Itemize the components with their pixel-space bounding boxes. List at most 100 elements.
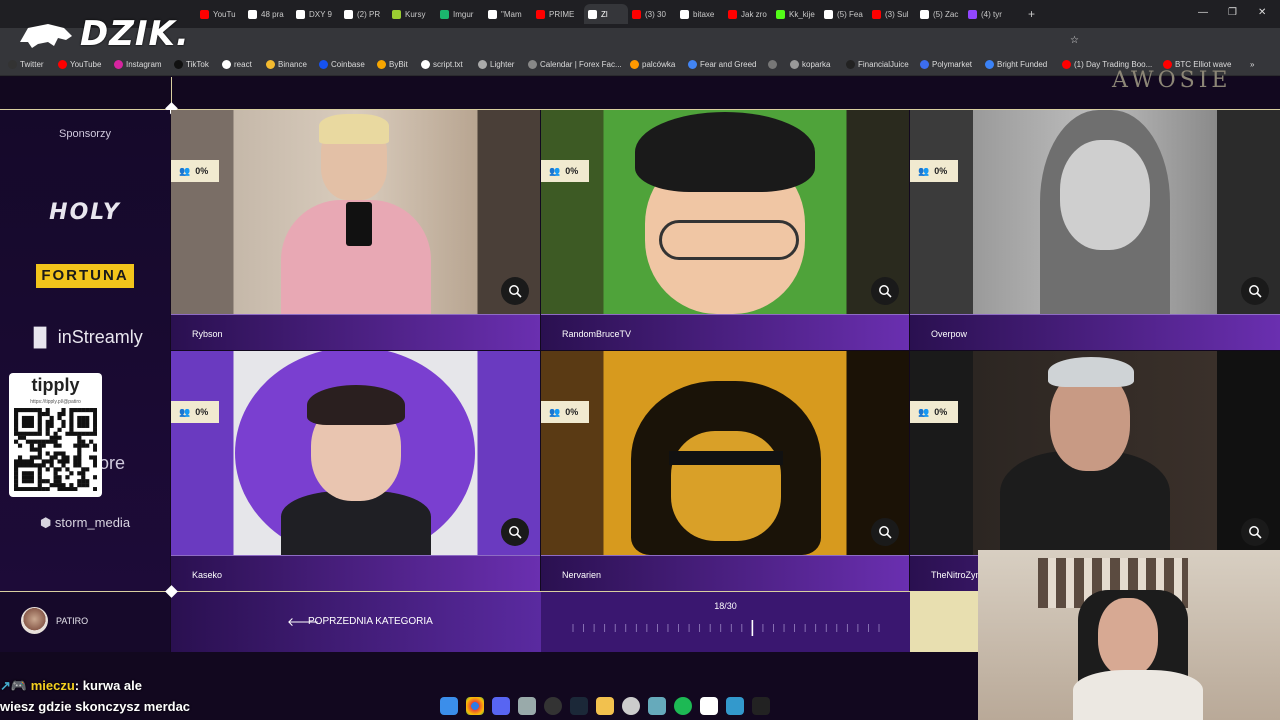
- bookmark[interactable]: YouTube: [58, 60, 101, 69]
- bookmark[interactable]: TikTok: [174, 60, 209, 69]
- qr-module: [77, 455, 82, 460]
- browser-tab[interactable]: (3) Sul: [872, 4, 916, 24]
- nominee-card[interactable]: 👥 0% Rybson: [171, 110, 540, 350]
- minimize-icon[interactable]: —: [1198, 7, 1208, 18]
- browser-tab[interactable]: Kk_kije: [776, 4, 820, 24]
- zoom-icon[interactable]: [1241, 518, 1269, 546]
- sponsor-fortuna-logo[interactable]: FORTUNA: [36, 264, 134, 288]
- app-icon[interactable]: [518, 697, 536, 715]
- browser-tab[interactable]: Kursy: [392, 4, 436, 24]
- nominee-card[interactable]: 👥 0% Nervarien: [541, 351, 909, 591]
- next-category-button[interactable]: [910, 591, 978, 652]
- qr-module: [21, 423, 27, 428]
- address-bar[interactable]: [0, 28, 1280, 56]
- browser-tab[interactable]: DXY 9: [296, 4, 340, 24]
- browser-tab[interactable]: (5) Fea: [824, 4, 868, 24]
- bookmarks-overflow-button[interactable]: »: [1250, 60, 1254, 69]
- spotify-icon[interactable]: [674, 697, 692, 715]
- maximize-icon[interactable]: ❐: [1228, 7, 1237, 18]
- browser-tab[interactable]: YouTu: [200, 4, 244, 24]
- tab-title: YouTu: [213, 9, 236, 19]
- qr-module: [61, 463, 66, 468]
- bookmark-label: Calendar | Forex Fac...: [540, 60, 622, 69]
- zoom-icon[interactable]: [501, 277, 529, 305]
- zoom-icon[interactable]: [1241, 277, 1269, 305]
- instreamly-icon: ▐▌: [27, 327, 58, 347]
- tab-title: bitaxe: [693, 9, 715, 19]
- qr-module: [77, 479, 82, 484]
- browser-tab[interactable]: Zl: [584, 4, 628, 24]
- browser-tab[interactable]: bitaxe: [680, 4, 724, 24]
- chrome-icon[interactable]: [466, 697, 484, 715]
- bookmark[interactable]: koparka: [790, 60, 830, 69]
- bookmark[interactable]: Fear and Greed: [688, 60, 756, 69]
- bookmark[interactable]: ByBit: [377, 60, 408, 69]
- close-window-icon[interactable]: ✕: [1258, 7, 1266, 18]
- bookmark[interactable]: Twitter: [8, 60, 44, 69]
- folder-icon[interactable]: [596, 697, 614, 715]
- qr-module: [69, 411, 74, 417]
- browser-tab[interactable]: Imgur: [440, 4, 484, 24]
- browser-tab[interactable]: (2) PR: [344, 4, 388, 24]
- webcam-head: [1098, 598, 1158, 676]
- discord-icon[interactable]: [492, 697, 510, 715]
- bookmark[interactable]: Binance: [266, 60, 307, 69]
- bookmark-star-icon[interactable]: ☆: [1070, 35, 1079, 46]
- tab-favicon-icon: [344, 9, 353, 19]
- bookmark[interactable]: Coinbase: [319, 60, 365, 69]
- qr-module: [85, 483, 90, 488]
- bookmark[interactable]: Instagram: [114, 60, 162, 69]
- windows-start-icon[interactable]: [440, 697, 458, 715]
- sponsor-storm-media-logo[interactable]: ⬢ storm_media: [0, 515, 170, 531]
- sponsor-instreamly-logo[interactable]: ▐▌ inStreamly: [0, 327, 170, 348]
- browser-tab[interactable]: "Mam: [488, 4, 532, 24]
- qr-module: [14, 431, 19, 436]
- qr-module: [61, 487, 66, 491]
- browser-tab[interactable]: (4) tyr: [968, 4, 1012, 24]
- bookmark[interactable]: script.txt: [421, 60, 463, 69]
- bookmark[interactable]: FinancialJuice: [846, 60, 909, 69]
- chat-badge-icon: 🎮: [10, 678, 28, 693]
- browser-tab[interactable]: (3) 30: [632, 4, 676, 24]
- zoom-icon[interactable]: [501, 518, 529, 546]
- qr-module: [57, 427, 62, 432]
- qr-module: [61, 423, 66, 428]
- nominee-card[interactable]: 👥 0% RandomBruceTV: [541, 110, 909, 350]
- tools-icon[interactable]: [648, 697, 666, 715]
- nominee-card[interactable]: 👥 0% Overpow: [910, 110, 1280, 350]
- sponsor-holy-logo[interactable]: HOLY: [0, 200, 170, 225]
- qr-module: [85, 408, 90, 413]
- qr-module: [93, 459, 97, 464]
- cartoon-hair: [635, 112, 815, 192]
- bookmark[interactable]: Polymarket: [920, 60, 972, 69]
- nominee-name: RandomBruceTV: [562, 329, 632, 339]
- qr-module: [73, 443, 78, 448]
- photos-icon[interactable]: [726, 697, 744, 715]
- bookmark[interactable]: [768, 60, 780, 69]
- qr-module: [57, 443, 62, 448]
- qr-module: [85, 415, 90, 421]
- obs-icon[interactable]: [544, 697, 562, 715]
- nominee-card[interactable]: 👥 0% Kaseko: [171, 351, 540, 591]
- browser-tab[interactable]: PRIME: [536, 4, 580, 24]
- bookmark[interactable]: Calendar | Forex Fac...: [528, 60, 622, 69]
- browser-tab[interactable]: 48 pra: [248, 4, 292, 24]
- browser-tab[interactable]: Jak zro: [728, 4, 772, 24]
- zoom-icon[interactable]: [871, 518, 899, 546]
- qr-module: [14, 427, 19, 432]
- zoom-icon[interactable]: [871, 277, 899, 305]
- qr-module: [45, 419, 50, 425]
- ccleaner-icon[interactable]: [622, 697, 640, 715]
- terminal-icon[interactable]: [752, 697, 770, 715]
- bookmark[interactable]: react: [222, 60, 252, 69]
- qr-module: [41, 439, 46, 444]
- bookmark[interactable]: palcówka: [630, 60, 675, 69]
- bookmark[interactable]: Lighter: [478, 60, 514, 69]
- qr-module: [85, 443, 90, 448]
- app-store-icon[interactable]: [700, 697, 718, 715]
- qr-module: [53, 479, 58, 484]
- steam-icon[interactable]: [570, 697, 588, 715]
- bookmark[interactable]: Bright Funded: [985, 60, 1047, 69]
- browser-tab[interactable]: (5) Zac: [920, 4, 964, 24]
- new-tab-button[interactable]: +: [1028, 4, 1035, 24]
